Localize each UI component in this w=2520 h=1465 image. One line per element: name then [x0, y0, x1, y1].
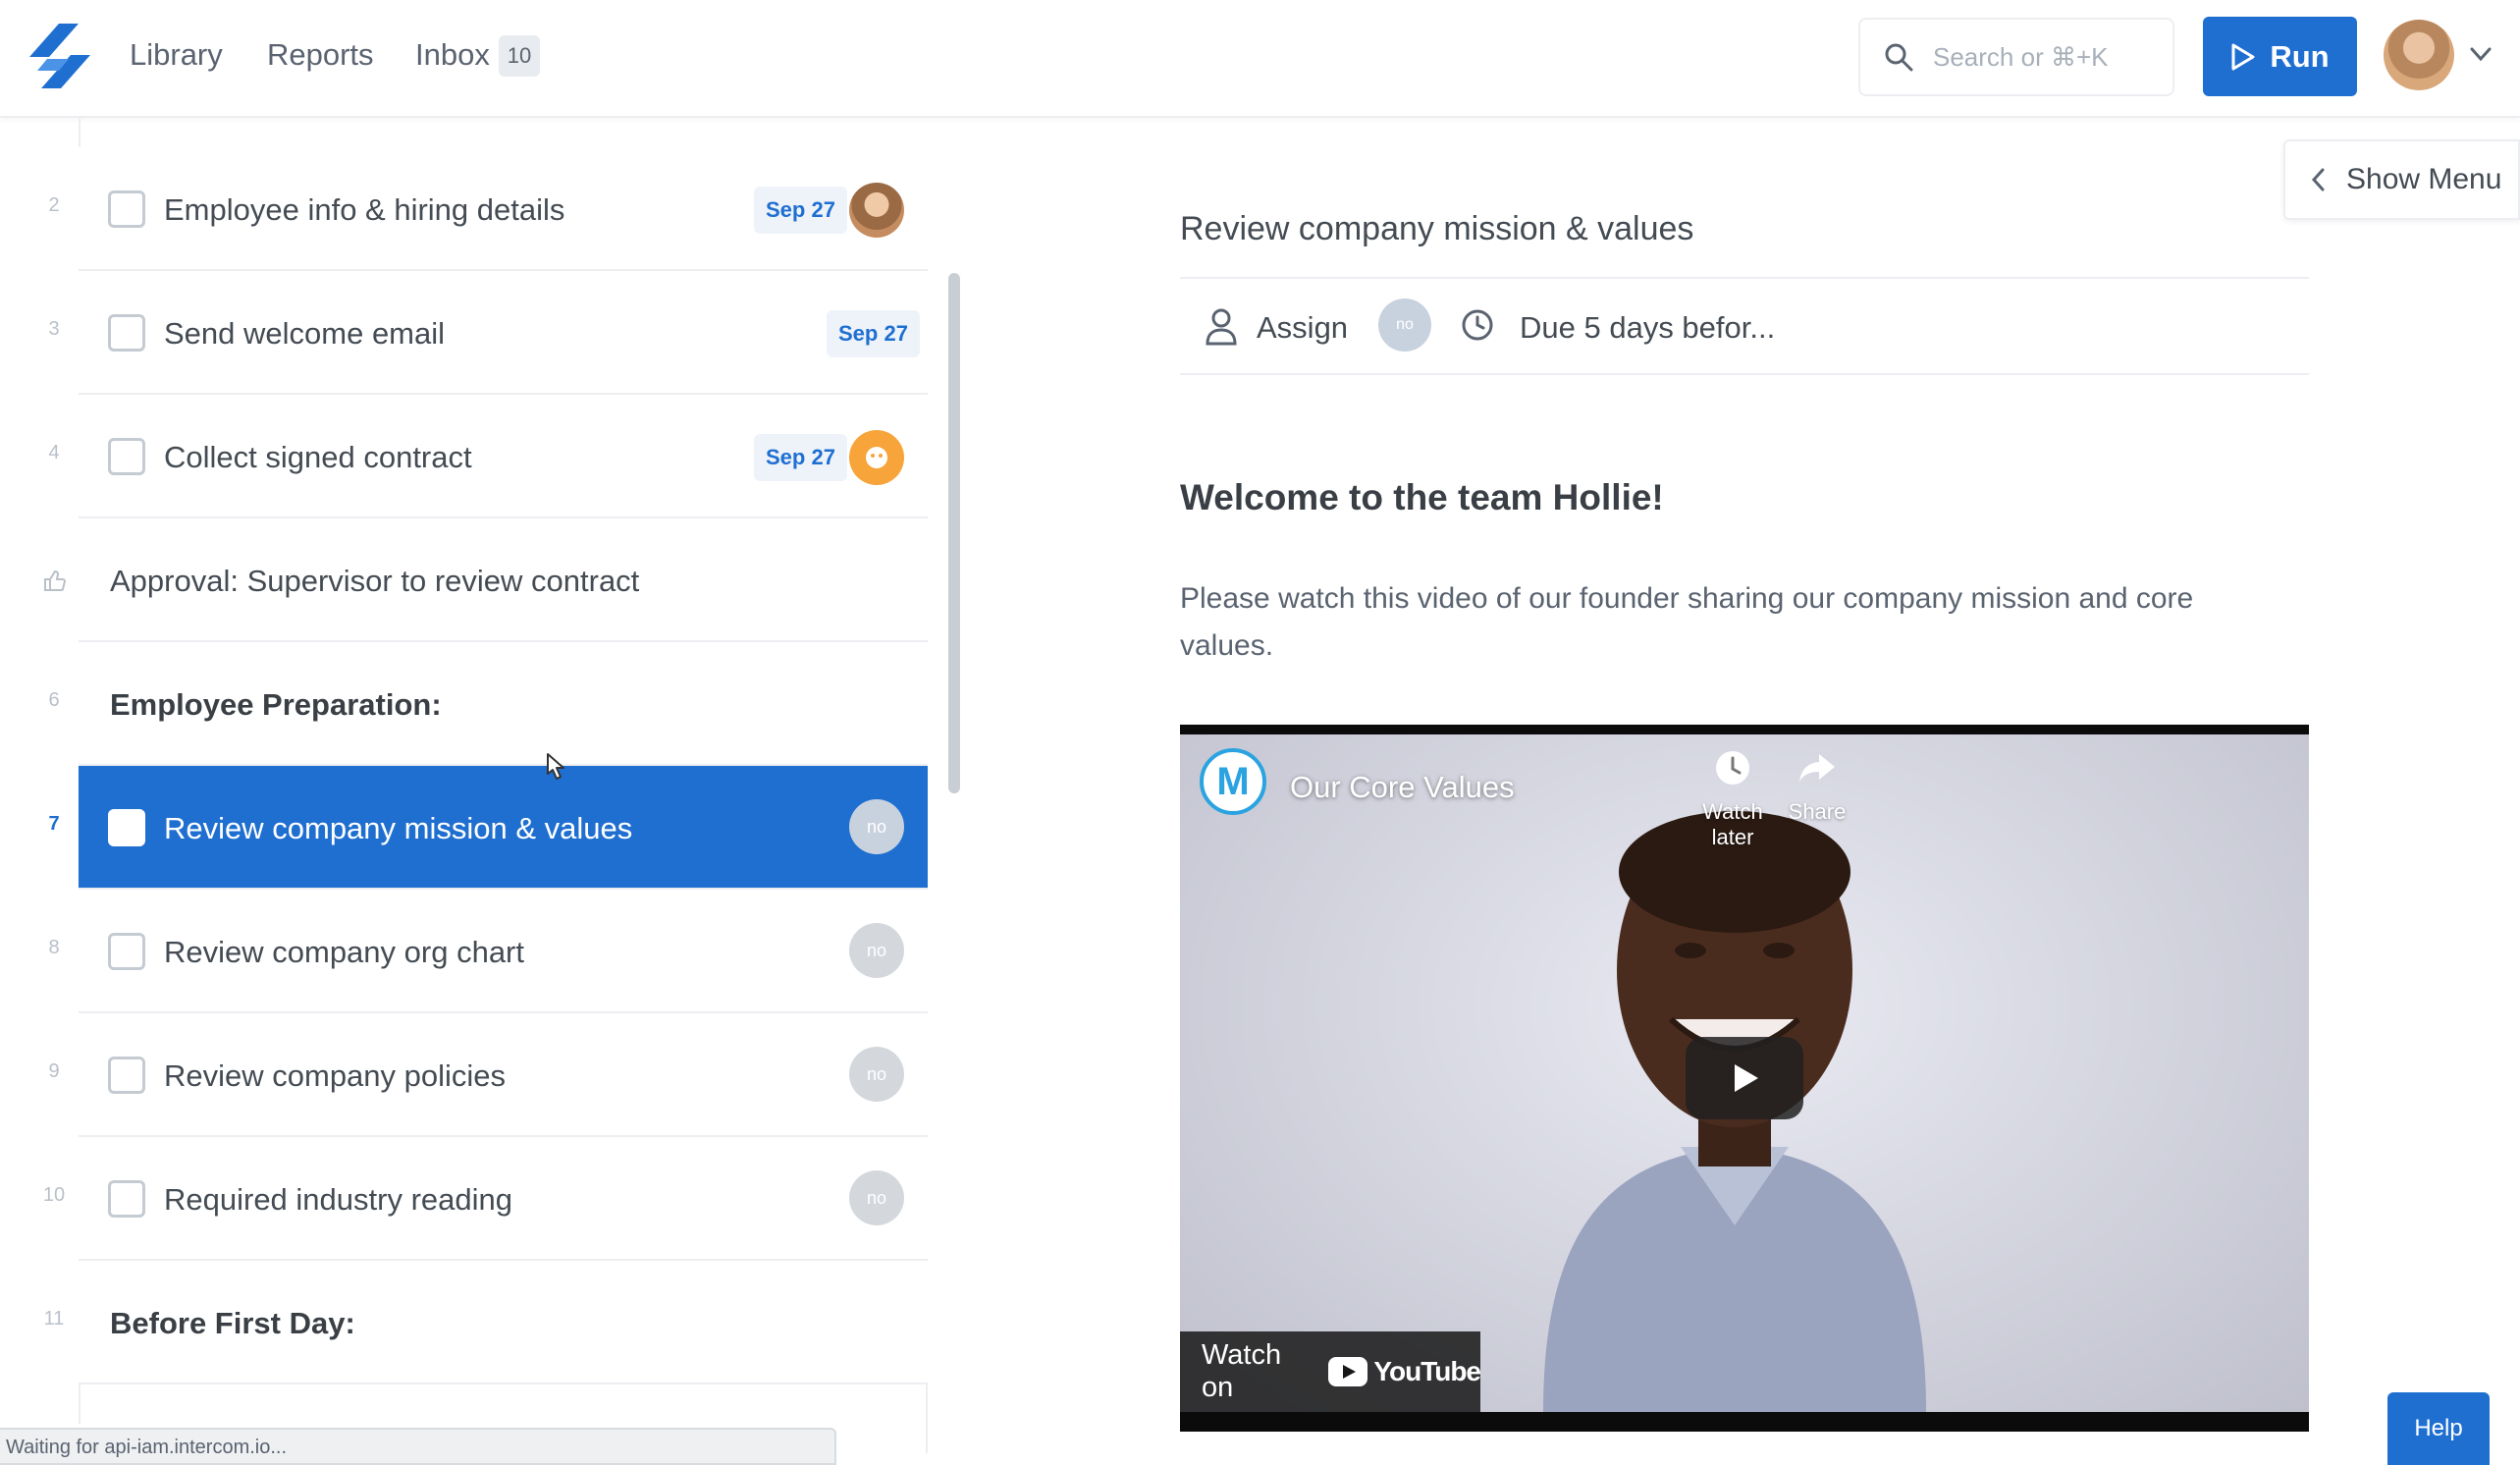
task-label: Required industry reading: [164, 1182, 512, 1217]
content-description: Please watch this video of our founder s…: [1180, 582, 2194, 662]
approval-label: Approval: Supervisor to review contract: [110, 564, 640, 598]
row-number: 3: [48, 318, 60, 340]
task-row[interactable]: 2 Employee info & hiring details Sep 27: [48, 147, 928, 271]
video-play-button[interactable]: [1686, 1037, 1803, 1119]
task-checkbox[interactable]: [108, 1180, 145, 1218]
row-number: 10: [42, 1184, 66, 1206]
chevron-left-icon: [2311, 168, 2325, 191]
list-scrollbar[interactable]: [948, 273, 960, 793]
nav-library[interactable]: Library: [130, 37, 223, 73]
assignee-avatar[interactable]: no: [849, 799, 904, 854]
row-number: 9: [48, 1060, 60, 1082]
due-date-badge: Sep 27: [754, 187, 847, 234]
task-label: Send welcome email: [164, 316, 446, 351]
share-label: Share: [1788, 799, 1847, 824]
section-heading: Employee Preparation:: [110, 687, 442, 722]
task-title[interactable]: Review company mission & values: [1180, 210, 1693, 248]
watch-on-label: Watch on: [1202, 1339, 1282, 1403]
assignee-avatar[interactable]: no: [849, 1170, 904, 1225]
task-checkbox[interactable]: [108, 933, 145, 970]
channel-logo[interactable]: M: [1200, 748, 1266, 815]
section-heading-row[interactable]: 11 Before First Day:: [44, 1261, 928, 1384]
assignee-avatar[interactable]: no: [849, 923, 904, 978]
group-icon: [866, 447, 887, 468]
clock-icon: [1462, 309, 1493, 341]
watch-later-label: Watch later: [1702, 799, 1763, 849]
task-label: Review company policies: [164, 1058, 507, 1093]
task-label: Employee info & hiring details: [164, 192, 565, 227]
row-number: 8: [48, 937, 60, 958]
app-logo-icon[interactable]: [29, 24, 90, 88]
assignee-avatar[interactable]: no: [1378, 298, 1431, 352]
checklist-panel: 2 Employee info & hiring details Sep 27 …: [43, 147, 928, 1453]
row-number: 6: [48, 689, 60, 711]
show-menu-label: Show Menu: [2346, 163, 2502, 195]
task-checkbox[interactable]: [108, 1057, 145, 1094]
show-menu-button[interactable]: Show Menu: [2283, 139, 2520, 220]
play-outline-icon: [2231, 43, 2255, 70]
clock-icon: [1716, 751, 1749, 785]
task-checkbox[interactable]: [108, 190, 145, 228]
assignee-avatar[interactable]: [849, 183, 904, 238]
task-row[interactable]: 3 Send welcome email Sep 27: [48, 271, 928, 395]
search-icon: [1885, 43, 1913, 72]
task-label: Review company org chart: [164, 935, 524, 969]
user-icon: [1206, 308, 1237, 346]
due-date-button[interactable]: Due 5 days befor...: [1520, 310, 1775, 346]
task-checkbox[interactable]: [108, 809, 145, 846]
browser-status-bar: Waiting for api-iam.intercom.io...: [0, 1428, 836, 1465]
task-checkbox[interactable]: [108, 314, 145, 352]
youtube-wordmark: YouTube: [1373, 1356, 1481, 1386]
share-button[interactable]: Share: [1763, 748, 1871, 825]
nav-inbox[interactable]: Inbox: [415, 37, 490, 73]
due-date-badge: Sep 27: [754, 434, 847, 481]
approval-row[interactable]: Approval: Supervisor to review contract: [44, 518, 928, 642]
task-label: Collect signed contract: [164, 440, 472, 474]
task-row[interactable]: 8 Review company org chart no: [48, 890, 928, 1013]
task-row[interactable]: 9 Review company policies no: [48, 1013, 928, 1137]
assignee-avatar[interactable]: [849, 430, 904, 485]
row-number: 4: [48, 442, 60, 463]
inbox-count-badge: 10: [499, 35, 540, 77]
due-date-badge: Sep 27: [827, 310, 920, 357]
user-avatar[interactable]: [2384, 20, 2454, 90]
task-row[interactable]: 4 Collect signed contract Sep 27: [48, 395, 928, 518]
embedded-video[interactable]: M Our Core Values Watch later Share Watc…: [1180, 725, 2309, 1432]
row-number: 11: [43, 1308, 65, 1329]
thumbs-up-icon: [44, 570, 67, 591]
video-title[interactable]: Our Core Values: [1290, 770, 1515, 805]
task-row[interactable]: 10 Required industry reading no: [43, 1137, 928, 1261]
row-number: 7: [48, 813, 60, 835]
run-button[interactable]: Run: [2203, 17, 2357, 96]
section-heading-row[interactable]: 6 Employee Preparation:: [48, 642, 928, 766]
section-heading: Before First Day:: [110, 1306, 355, 1340]
nav-reports[interactable]: Reports: [267, 37, 374, 73]
youtube-icon: [1328, 1357, 1368, 1386]
search-input[interactable]: [1933, 41, 2149, 73]
mouse-cursor-icon: [547, 753, 564, 780]
task-meta-bar: Assign no Due 5 days befor...: [1180, 277, 2309, 375]
task-row-selected[interactable]: 7 Review company mission & values no: [48, 766, 928, 890]
assign-button[interactable]: Assign: [1257, 310, 1348, 346]
assignee-avatar[interactable]: no: [849, 1047, 904, 1102]
task-checkbox[interactable]: [108, 438, 145, 475]
watch-on-youtube-button[interactable]: Watch on YouTube: [1180, 1331, 1481, 1412]
search-box[interactable]: [1858, 18, 2174, 96]
chevron-down-icon[interactable]: [2466, 39, 2495, 69]
help-button[interactable]: Help: [2387, 1392, 2490, 1465]
share-icon: [1799, 754, 1835, 782]
row-number: 2: [48, 194, 60, 216]
task-label: Review company mission & values: [164, 811, 633, 845]
run-button-label: Run: [2270, 38, 2330, 74]
content-heading: Welcome to the team Hollie!: [1180, 477, 1664, 517]
youtube-logo: YouTube: [1328, 1356, 1481, 1387]
top-bar: Library Reports Inbox 10 Run: [0, 0, 2520, 118]
play-icon: [1735, 1064, 1758, 1092]
